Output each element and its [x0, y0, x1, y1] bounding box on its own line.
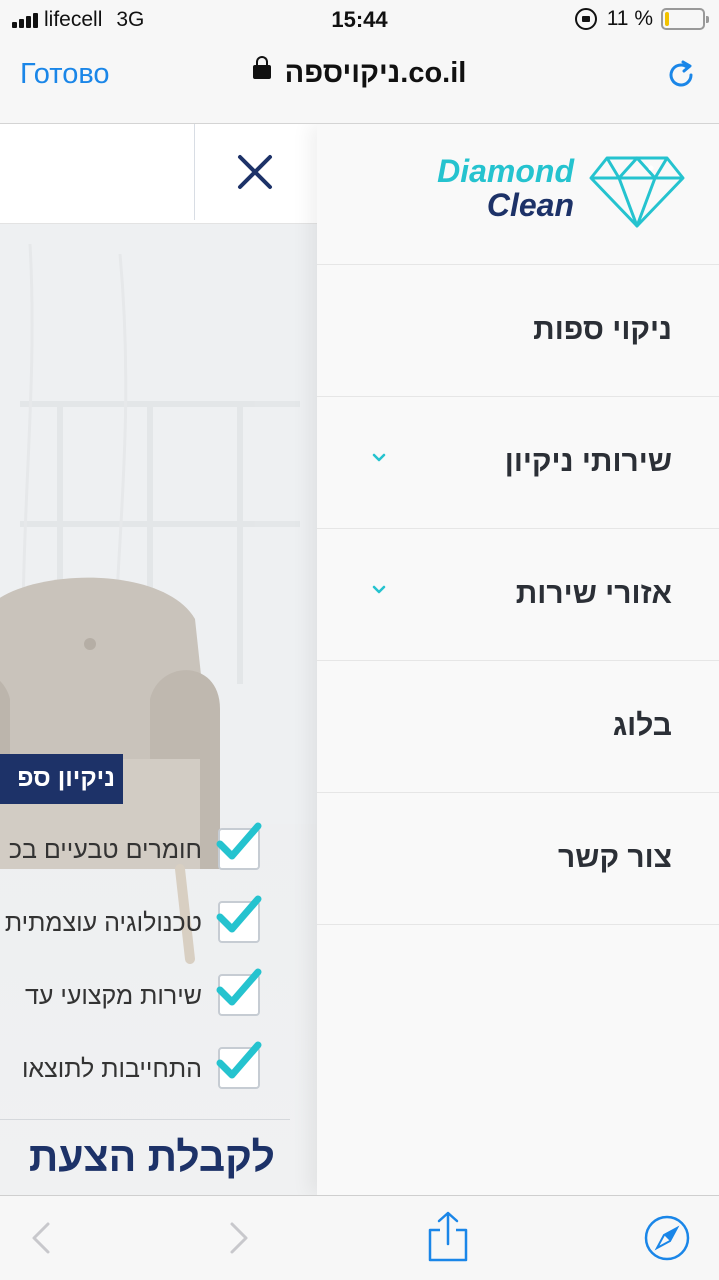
- compass-icon[interactable]: [643, 1214, 691, 1262]
- reload-icon[interactable]: [663, 57, 699, 93]
- feature-item: התחייבות לתוצאו: [0, 1041, 290, 1093]
- page-background: ניקיון ספ חומרים טבעיים בכ טכנולוגיה עוצ…: [0, 124, 317, 1195]
- feature-item: שירות מקצועי עד: [0, 968, 290, 1020]
- orientation-lock-icon: [574, 8, 597, 30]
- menu-item-service-areas[interactable]: אזורי שירות: [317, 529, 719, 661]
- checkbox-checked-icon: [216, 822, 262, 860]
- status-right: 11 %: [574, 7, 709, 31]
- chevron-down-icon[interactable]: [372, 453, 386, 463]
- feature-text: טכנולוגיה עוצמתית: [4, 909, 202, 937]
- url-field[interactable]: ניקויספה.co.il: [0, 56, 719, 90]
- feature-item: חומרים טבעיים בכ: [0, 822, 290, 874]
- back-arrow-icon[interactable]: [30, 1221, 52, 1255]
- menu-item-blog[interactable]: בלוג: [317, 661, 719, 793]
- chevron-down-icon[interactable]: [372, 585, 386, 595]
- menu-item-label: בלוג: [612, 709, 672, 742]
- menu-item-label: ניקוי ספות: [533, 313, 672, 346]
- divider: [0, 1119, 290, 1120]
- checkbox-checked-icon: [216, 895, 262, 933]
- browser-toolbar: [0, 1195, 719, 1280]
- logo-text: Diamond Clean: [437, 154, 574, 222]
- checkbox-checked-icon: [216, 968, 262, 1006]
- browser-bar: Готово ניקויספה.co.il: [0, 40, 719, 124]
- feature-list: חומרים טבעיים בכ טכנולוגיה עוצמתית שירות…: [0, 124, 317, 1195]
- cta-heading[interactable]: לקבלת הצעת: [0, 1134, 275, 1181]
- forward-arrow-icon[interactable]: [228, 1221, 250, 1255]
- share-icon[interactable]: [426, 1210, 470, 1264]
- battery-fill: [665, 12, 669, 26]
- feature-item: טכנולוגיה עוצמתית: [0, 895, 290, 947]
- menu-item-label: שירותי ניקיון: [504, 445, 672, 478]
- battery-icon: [661, 8, 709, 30]
- logo-line-2: Clean: [486, 187, 574, 223]
- side-menu: Diamond Clean ניקוי ספות שירותי ניקיון א…: [317, 124, 719, 1195]
- diamond-icon: [589, 156, 685, 228]
- logo-line-1: Diamond: [437, 153, 574, 189]
- menu-item-label: אזורי שירות: [515, 577, 672, 610]
- url-text: ניקויספה.co.il: [284, 57, 467, 89]
- feature-text: חומרים טבעיים בכ: [8, 836, 202, 864]
- feature-text: התחייבות לתוצאו: [21, 1055, 202, 1083]
- feature-text: שירות מקצועי עד: [24, 982, 202, 1010]
- menu-item-label: צור קשר: [558, 841, 672, 874]
- checkbox-checked-icon: [216, 1041, 262, 1079]
- menu-item-cleaning-services[interactable]: שירותי ניקיון: [317, 397, 719, 529]
- menu-item-sofa-cleaning[interactable]: ניקוי ספות: [317, 265, 719, 397]
- logo[interactable]: Diamond Clean: [317, 124, 719, 265]
- web-page: ניקיון ספ חומרים טבעיים בכ טכנולוגיה עוצ…: [0, 124, 719, 1195]
- battery-percent: 11 %: [606, 7, 653, 30]
- menu-item-contact[interactable]: צור קשר: [317, 793, 719, 925]
- padlock-icon: [252, 56, 271, 80]
- status-bar: lifecell 3G 15:44 11 %: [0, 0, 719, 40]
